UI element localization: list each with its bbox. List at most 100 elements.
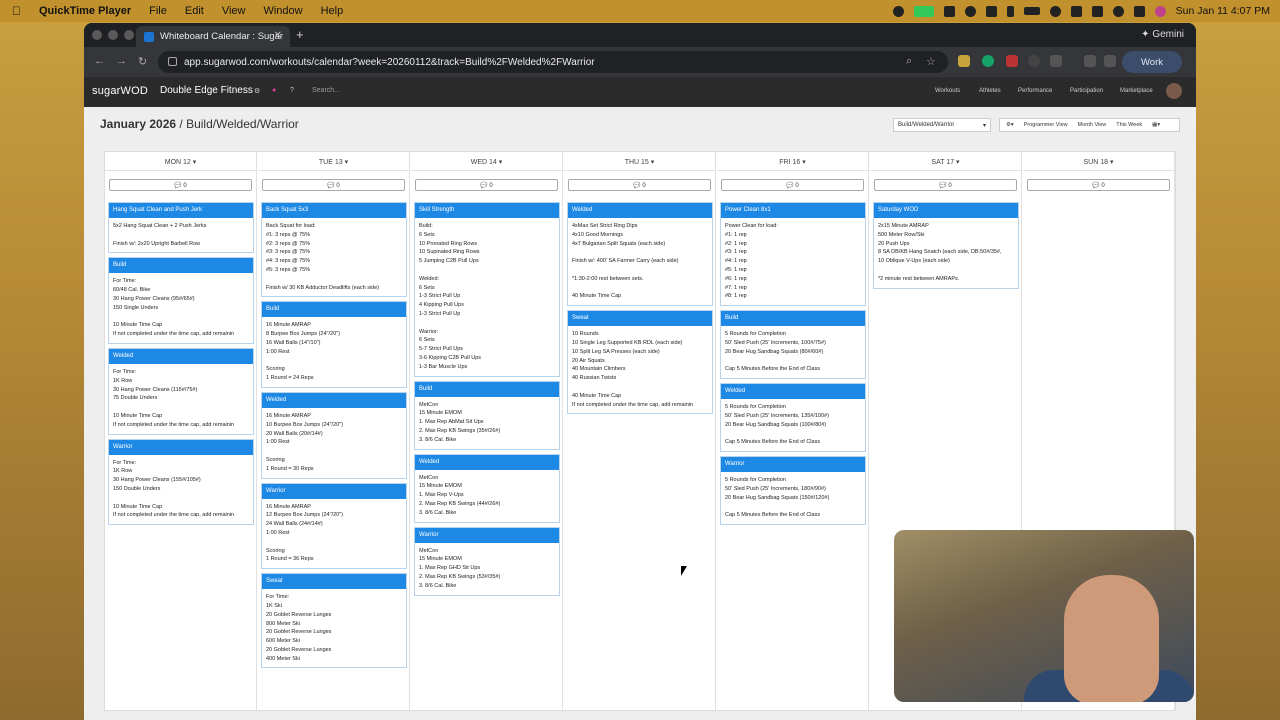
workout-card[interactable]: Build For Time: 60/48 Cal. Bike 30 Hang P…	[108, 257, 254, 344]
close-tab-icon[interactable]: ✕	[274, 30, 282, 41]
comments-button[interactable]: 💬 0	[568, 179, 711, 191]
workout-title[interactable]: Saturday WOD	[874, 203, 1018, 218]
close-window-button[interactable]	[92, 30, 102, 40]
airplay-icon[interactable]	[1091, 5, 1103, 17]
nav-performance[interactable]: Performance	[1018, 88, 1052, 94]
workout-title[interactable]: Hang Squat Clean and Push Jerk	[109, 203, 253, 218]
gym-name[interactable]: Double Edge Fitness	[160, 85, 253, 96]
sugarwod-logo[interactable]: sugarWOD	[92, 85, 148, 97]
comments-button[interactable]: 💬 0	[1027, 179, 1170, 191]
forward-icon[interactable]: →	[116, 55, 127, 67]
control-center-icon[interactable]	[1133, 5, 1145, 17]
workout-title[interactable]: Build	[262, 302, 406, 318]
workout-title[interactable]: Build	[109, 258, 253, 274]
bluetooth-icon[interactable]	[1006, 5, 1014, 17]
extension-icon[interactable]	[1028, 55, 1040, 67]
workout-title[interactable]: Build	[415, 381, 559, 397]
workout-title[interactable]: Welded	[568, 203, 712, 218]
workout-title[interactable]: Welded	[109, 348, 253, 364]
extension-icon[interactable]	[958, 55, 970, 67]
notification-icon[interactable]: ●	[272, 87, 276, 94]
avatar[interactable]	[1166, 83, 1182, 99]
gear-icon[interactable]: ⚙▾	[1006, 122, 1014, 128]
workout-card[interactable]: Power Clean 8x1 Power Clean for load: #1:…	[720, 202, 866, 307]
day-header[interactable]: SAT 17 ▾	[870, 152, 1021, 171]
workout-card[interactable]: Saturday WOD 2x15 Minute AMRAP 500 Meter …	[873, 202, 1019, 289]
zoom-icon[interactable]: ⌕	[906, 55, 912, 68]
calendar-icon[interactable]: ▦▾	[1152, 122, 1160, 128]
day-header[interactable]: WED 14 ▾	[411, 152, 562, 171]
sidepanel-icon[interactable]	[1084, 55, 1096, 67]
facetime-icon[interactable]	[913, 5, 934, 17]
workout-card[interactable]: Hang Squat Clean and Push Jerk 5x2 Hang S…	[108, 202, 254, 254]
back-icon[interactable]: ←	[94, 55, 105, 67]
workout-title[interactable]: Build	[721, 311, 865, 327]
month-view-button[interactable]: Month View	[1078, 122, 1107, 128]
workout-card[interactable]: Warrior 16 Minute AMRAP 12 Burpee Box Jum…	[261, 482, 407, 570]
extension-icon[interactable]	[1006, 55, 1018, 67]
workout-title[interactable]: Sweat	[568, 311, 712, 327]
new-tab-icon[interactable]: +	[296, 27, 304, 42]
workout-card[interactable]: Welded For Time: 1K Row 30 Hang Power Cle…	[108, 347, 254, 435]
day-header[interactable]: MON 12 ▾	[105, 152, 256, 171]
gemini-button[interactable]: ✦ Gemini	[1141, 29, 1184, 40]
workout-card[interactable]: Warrior MetCon 15 Minute EMOM 1. Max Rep …	[414, 526, 560, 596]
workout-card[interactable]: Welded MetCon 15 Minute EMOM 1. Max Rep V…	[414, 453, 560, 523]
day-header[interactable]: FRI 16 ▾	[717, 152, 868, 171]
settings-icon[interactable]: ⚙	[254, 87, 260, 95]
help-icon[interactable]: ?	[290, 87, 294, 94]
workout-title[interactable]: Power Clean 8x1	[721, 203, 865, 218]
menu-edit[interactable]: Edit	[185, 5, 204, 17]
address-bar[interactable]: app.sugarwod.com/workouts/calendar?week=…	[158, 51, 948, 73]
workout-title[interactable]: Warrior	[721, 457, 865, 473]
workout-card[interactable]: Back Squat 5x3 Back Squat for load: #1: 3…	[261, 202, 407, 298]
workout-card[interactable]: Build MetCon 15 Minute EMOM 1. Max Rep Ab…	[414, 380, 560, 450]
workout-card[interactable]: Skill Strength Build: 6 Sets 10 Pronated …	[414, 202, 560, 377]
workout-card[interactable]: Welded 4xMax Set Strict Ring Dips 4x10 Go…	[567, 202, 713, 307]
siri-icon[interactable]	[1154, 5, 1166, 17]
workout-title[interactable]: Warrior	[262, 483, 406, 499]
workout-card[interactable]: Sweat 10 Rounds 10 Single Leg Supported K…	[567, 310, 713, 415]
nav-workouts[interactable]: Workouts	[935, 88, 960, 94]
accessibility-icon[interactable]	[964, 5, 976, 17]
workout-title[interactable]: Warrior	[415, 527, 559, 543]
workout-title[interactable]: Sweat	[262, 574, 406, 590]
menubar-app-name[interactable]: QuickTime Player	[39, 5, 131, 17]
profile-button[interactable]: Work	[1122, 51, 1182, 73]
day-header[interactable]: THU 15 ▾	[564, 152, 715, 171]
comments-button[interactable]: 💬 0	[262, 179, 405, 191]
download-icon[interactable]	[1104, 55, 1116, 67]
workout-card[interactable]: Build 16 Minute AMRAP 8 Burpee Box Jumps …	[261, 301, 407, 388]
tab-whiteboard-calendar[interactable]: Whiteboard Calendar : Sugar ✕	[136, 26, 290, 47]
search-icon[interactable]	[1112, 5, 1124, 17]
comments-button[interactable]: 💬 0	[415, 179, 558, 191]
grammarly-icon[interactable]	[982, 55, 994, 67]
workout-title[interactable]: Skill Strength	[415, 203, 559, 218]
this-week-button[interactable]: This Week	[1116, 122, 1142, 128]
comments-button[interactable]: 💬 0	[874, 179, 1017, 191]
menubar-clock[interactable]: Sun Jan 11 4:07 PM	[1176, 5, 1270, 17]
search-input[interactable]: Search...	[312, 87, 340, 94]
nav-athletes[interactable]: Athletes	[979, 88, 1001, 94]
workout-title[interactable]: Warrior	[109, 439, 253, 455]
day-header[interactable]: SUN 18 ▾	[1023, 152, 1174, 171]
programmer-view-button[interactable]: Programmer View	[1024, 122, 1068, 128]
menu-help[interactable]: Help	[321, 5, 344, 17]
puzzle-icon[interactable]	[1050, 55, 1062, 67]
menu-window[interactable]: Window	[263, 5, 302, 17]
display-icon[interactable]	[985, 5, 997, 17]
maximize-window-button[interactable]	[124, 30, 134, 40]
nav-participation[interactable]: Participation	[1070, 88, 1103, 94]
workout-title[interactable]: Welded	[415, 454, 559, 470]
workout-card[interactable]: Warrior For Time: 1K Row 30 Hang Power Cl…	[108, 438, 254, 526]
workout-card[interactable]: Welded 5 Rounds for Completion 50' Sled P…	[720, 383, 866, 453]
menu-file[interactable]: File	[149, 5, 167, 17]
workout-card[interactable]: Sweat For Time: 1K Ski 20 Goblet Reverse …	[261, 573, 407, 669]
site-info-icon[interactable]	[168, 57, 177, 66]
workout-card[interactable]: Welded 16 Minute AMRAP 10 Burpee Box Jump…	[261, 391, 407, 479]
menu-view[interactable]: View	[222, 5, 246, 17]
workout-title[interactable]: Welded	[262, 392, 406, 408]
day-header[interactable]: TUE 13 ▾	[258, 152, 409, 171]
bookmark-star-icon[interactable]: ☆	[926, 55, 936, 68]
battery-icon[interactable]	[1023, 7, 1040, 15]
